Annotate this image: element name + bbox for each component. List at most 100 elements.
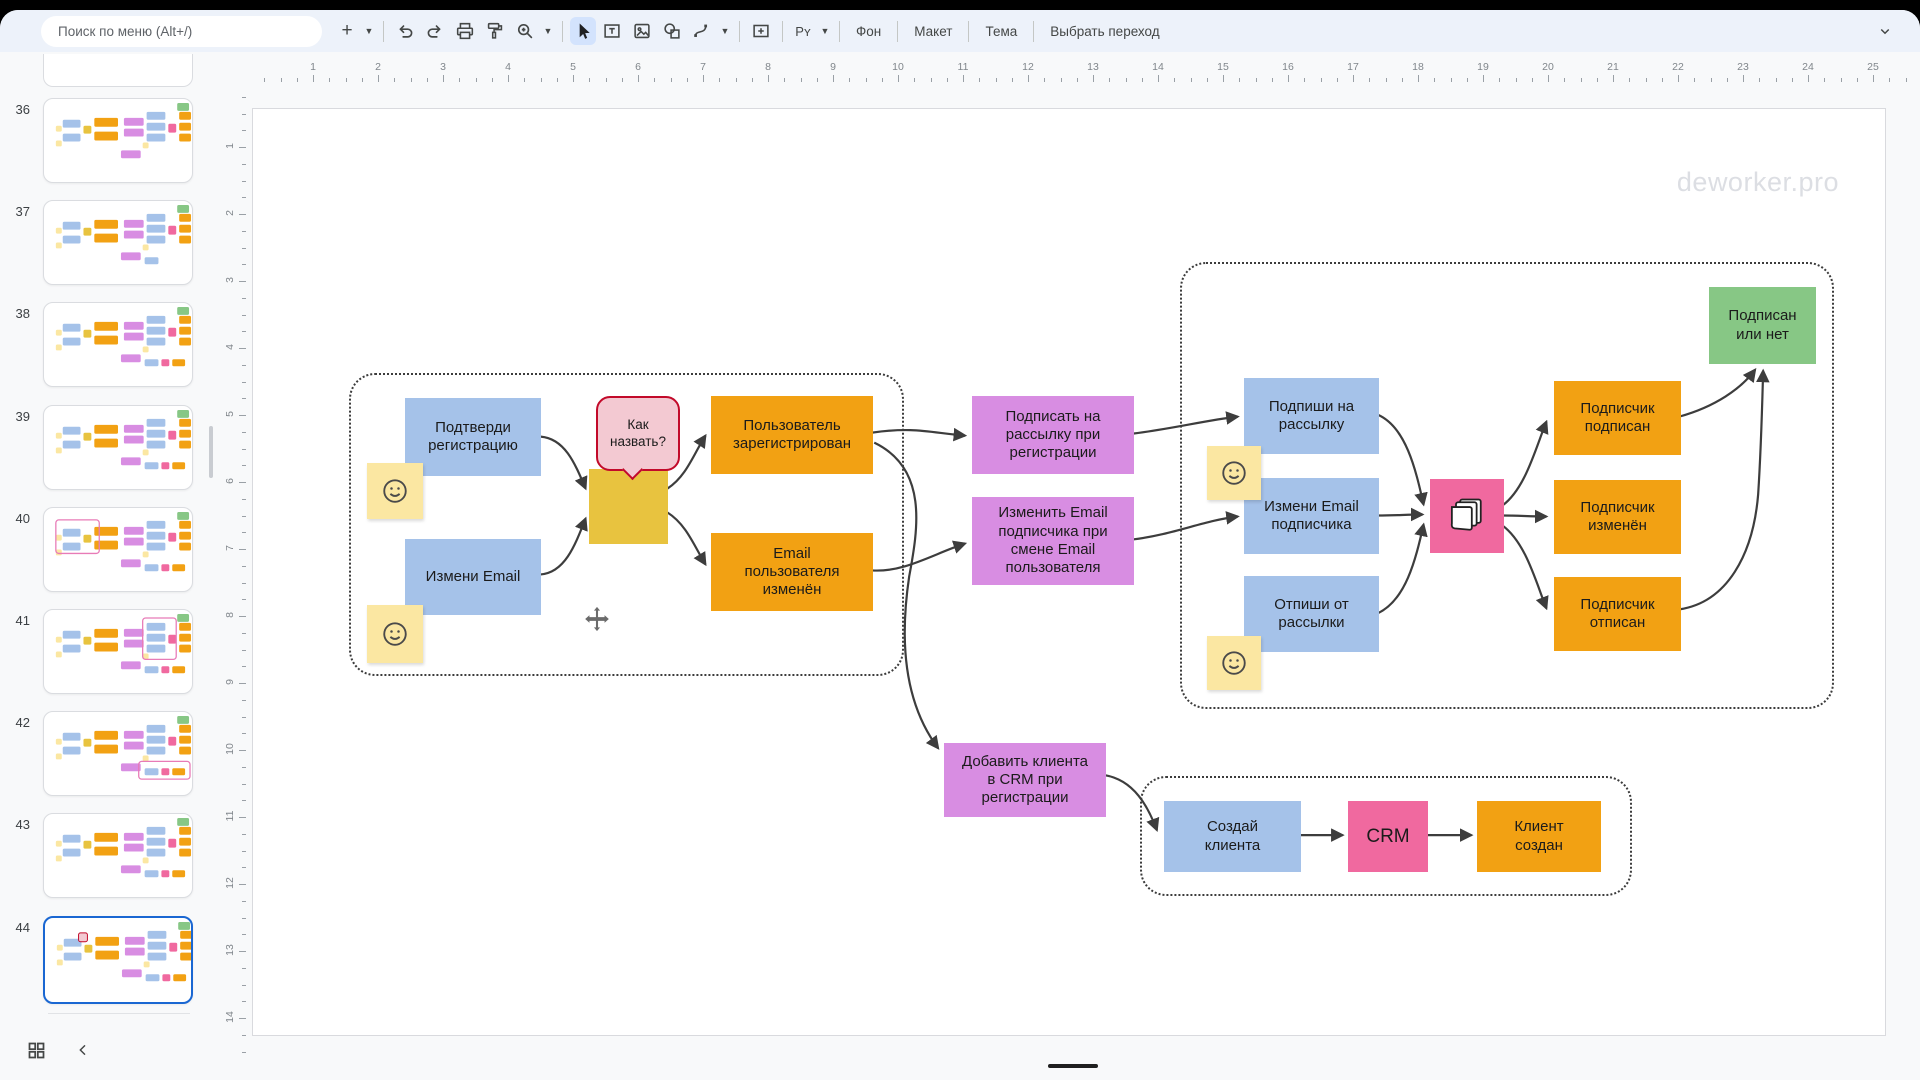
zoom-button[interactable] — [511, 17, 539, 45]
ruler-label: 3 — [224, 270, 236, 290]
diagram-shape-b6[interactable]: Создай клиента — [1164, 801, 1301, 872]
ruler-tick — [1841, 78, 1842, 82]
document-pages-icon — [1445, 494, 1489, 538]
ruler-label: 11 — [958, 61, 969, 73]
ruler-tick — [362, 78, 363, 82]
zoom-dropdown[interactable]: ▼ — [541, 17, 555, 45]
slide-thumbnail[interactable] — [43, 507, 193, 592]
diagram-shape-b1[interactable]: Подтверди регистрацию — [405, 398, 541, 476]
slide-thumbnail-selected[interactable] — [43, 916, 193, 1004]
ruler-tick — [242, 1035, 246, 1036]
undo-button[interactable] — [391, 17, 419, 45]
ruler-tick — [963, 75, 964, 82]
ruler-tick — [817, 78, 818, 82]
diagram-shape-o2[interactable]: Email пользователя изменён — [711, 533, 873, 611]
filmstrip-scrollbar[interactable] — [209, 426, 213, 478]
ruler-tick — [524, 78, 525, 82]
slide-thumbnail[interactable] — [43, 98, 193, 183]
sticky-note[interactable] — [367, 463, 423, 519]
layout-button[interactable]: Макет — [905, 17, 961, 45]
insert-shape-button[interactable] — [658, 17, 686, 45]
watermark: deworker.pro — [1677, 167, 1839, 198]
slide-thumbnail[interactable] — [43, 813, 193, 898]
ruler-tick — [768, 75, 769, 82]
diagram-shape-o1[interactable]: Пользователь зарегистрирован — [711, 396, 873, 474]
ruler-tick — [508, 75, 509, 82]
toolbar: Поиск по меню (Alt+/) + ▼ ▼ — [0, 10, 1920, 52]
ruler-tick — [239, 549, 246, 550]
diagram-shape-b5[interactable]: Отпиши от рассылки — [1244, 576, 1379, 652]
ruler-tick — [1044, 78, 1045, 82]
sticky-note[interactable] — [1207, 636, 1261, 690]
ruler-tick — [1613, 75, 1614, 82]
diagram-shape-gr[interactable]: Подписан или нет — [1709, 287, 1816, 364]
diagram-shape-o3[interactable]: Подписчик подписан — [1554, 381, 1681, 455]
insert-placeholder-button[interactable] — [747, 17, 775, 45]
slide-thumbnail[interactable] — [43, 200, 193, 285]
diagram-shape-o4[interactable]: Подписчик изменён — [1554, 480, 1681, 554]
text-box-button[interactable] — [598, 17, 626, 45]
ruler-tick — [654, 78, 655, 82]
ruler-tick — [281, 78, 282, 82]
diagram-shape-crm[interactable]: CRM — [1348, 801, 1428, 872]
slide-filmstrip: 363738394041424344 — [0, 52, 216, 1020]
select-tool-button[interactable] — [570, 17, 596, 45]
insert-line-button[interactable] — [688, 17, 716, 45]
slide-thumbnail[interactable] — [43, 609, 193, 694]
slide-thumbnail-partial[interactable] — [43, 54, 193, 87]
ruler-tick — [242, 532, 246, 533]
diagram-shape-p2[interactable]: Изменить Email подписчика при смене Emai… — [972, 497, 1134, 585]
insert-frame-icon — [750, 20, 772, 42]
ruler-tick — [1093, 75, 1094, 82]
diagram-shape-doc[interactable] — [1430, 479, 1504, 553]
collapse-filmstrip-icon[interactable] — [75, 1042, 91, 1058]
diagram-shape-b2[interactable]: Измени Email — [405, 539, 541, 615]
bottom-drag-handle[interactable] — [1048, 1064, 1098, 1068]
menu-search-placeholder: Поиск по меню (Alt+/) — [58, 24, 192, 39]
slide-page[interactable]: deworker.pro Подтверди регистрацию Измени… — [252, 108, 1886, 1036]
paint-format-button[interactable] — [481, 17, 509, 45]
slide-item: 44 — [0, 916, 216, 1018]
theme-button[interactable]: Тема — [976, 17, 1026, 45]
transition-button[interactable]: Выбрать переход — [1041, 17, 1168, 45]
diagram-shape-b4[interactable]: Измени Email подписчика — [1244, 478, 1379, 554]
theme-builder-button[interactable]: Pʏ — [790, 17, 816, 45]
slide-thumbnail[interactable] — [43, 711, 193, 796]
grid-view-icon[interactable] — [26, 1040, 47, 1061]
new-slide-button[interactable]: + — [334, 17, 360, 45]
diagram-shape-o6[interactable]: Клиент создан — [1477, 801, 1601, 872]
hide-menus-button[interactable] — [1872, 18, 1898, 44]
sticky-note[interactable] — [367, 605, 423, 663]
smiley-icon — [1219, 648, 1249, 678]
ruler-tick — [996, 78, 997, 82]
ruler-tick — [242, 851, 246, 852]
ruler-tick — [1581, 78, 1582, 82]
ruler-tick — [346, 78, 347, 82]
divider — [968, 21, 969, 42]
ruler-tick — [239, 683, 246, 684]
slide-thumbnail[interactable] — [43, 405, 193, 490]
ruler-tick — [242, 599, 246, 600]
diagram-shape-p1[interactable]: Подписать на рассылку при регистрации — [972, 396, 1134, 474]
new-slide-dropdown[interactable]: ▼ — [362, 17, 376, 45]
diagram-shape-p3[interactable]: Добавить клиента в CRM при регистрации — [944, 743, 1106, 817]
insert-image-button[interactable] — [628, 17, 656, 45]
speech-bubble[interactable]: Как назвать? — [596, 396, 680, 471]
sticky-note[interactable] — [1207, 446, 1261, 500]
ruler-tick — [589, 78, 590, 82]
ruler-label: 11 — [224, 806, 236, 826]
redo-button[interactable] — [421, 17, 449, 45]
background-button[interactable]: Фон — [847, 17, 890, 45]
diagram-shape-ysq[interactable] — [589, 469, 668, 544]
diagram-shape-o5[interactable]: Подписчик отписан — [1554, 577, 1681, 651]
ruler-tick — [947, 78, 948, 82]
line-dropdown[interactable]: ▼ — [718, 17, 732, 45]
theme-builder-dropdown[interactable]: ▼ — [818, 17, 832, 45]
ruler-tick — [242, 934, 246, 935]
diagram-shape-b3[interactable]: Подпиши на рассылку — [1244, 378, 1379, 454]
print-button[interactable] — [451, 17, 479, 45]
plus-icon: + — [341, 20, 352, 42]
menu-search-input[interactable]: Поиск по меню (Alt+/) — [41, 16, 322, 47]
ruler-label: 25 — [1867, 61, 1879, 73]
slide-thumbnail[interactable] — [43, 302, 193, 387]
